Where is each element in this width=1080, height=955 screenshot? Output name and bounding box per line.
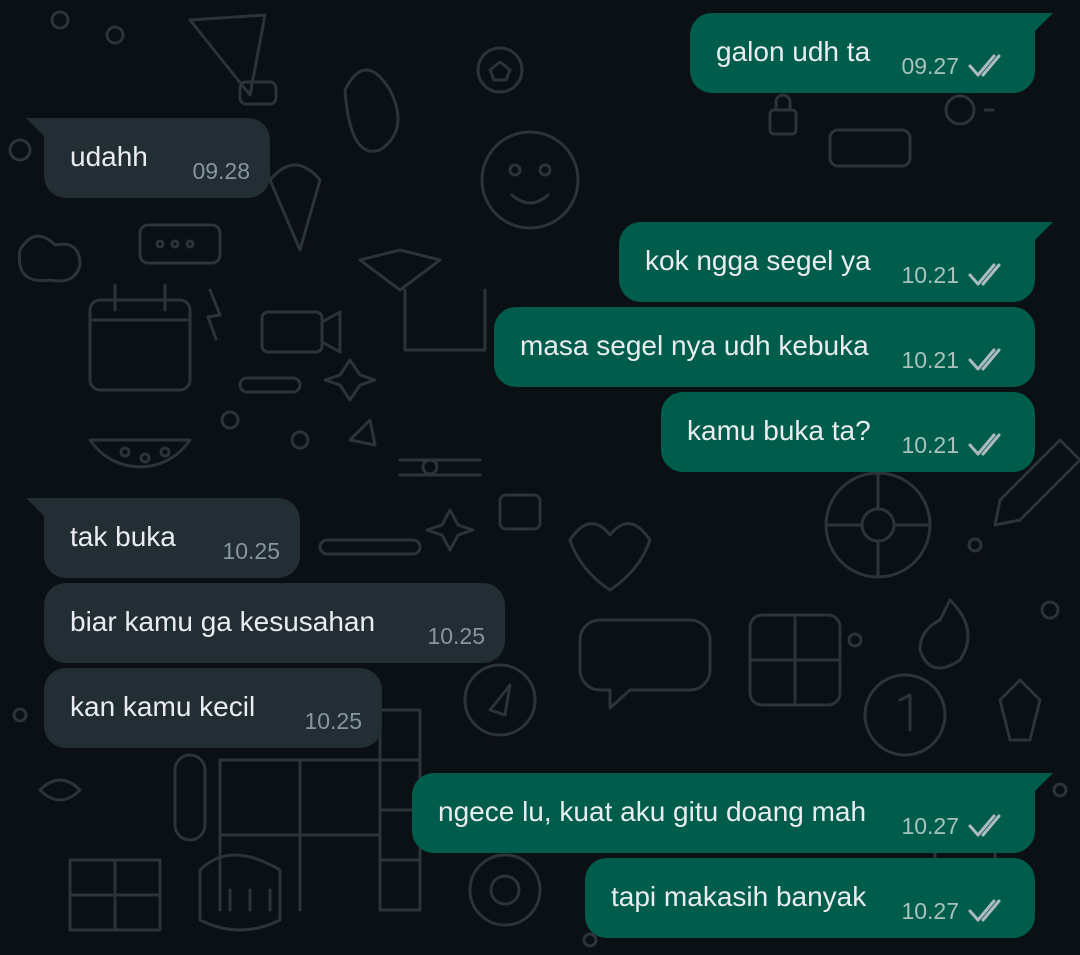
incoming-message-bubble[interactable]: tak buka 10.25 <box>26 498 300 578</box>
message-text: kan kamu kecil <box>70 691 256 722</box>
double-check-icon <box>968 263 1001 286</box>
bubble-tail <box>1035 13 1053 31</box>
message-time: 10.27 <box>901 813 959 839</box>
bubble-tail <box>1035 773 1053 791</box>
message-text: galon udh ta <box>716 36 871 67</box>
message-text: biar kamu ga kesusahan <box>70 606 376 637</box>
outgoing-message-bubble[interactable]: galon udh ta 09.27 <box>690 13 1053 93</box>
message-text: ngece lu, kuat aku gitu doang mah <box>438 796 867 827</box>
message-text: tapi makasih banyak <box>611 881 867 912</box>
message-time: 09.27 <box>901 53 959 79</box>
bubble-tail <box>26 118 44 136</box>
outgoing-message-bubble[interactable]: tapi makasih banyak 10.27 <box>585 858 1035 938</box>
message-time: 10.25 <box>304 708 362 734</box>
message-time: 09.28 <box>192 158 250 184</box>
outgoing-message-bubble[interactable]: ngece lu, kuat aku gitu doang mah 10.27 <box>412 773 1053 853</box>
message-list: galon udh ta 09.27 udahh 09.28 kok ngga … <box>0 0 1080 955</box>
double-check-icon <box>968 899 1001 922</box>
message-text: udahh <box>70 141 148 172</box>
outgoing-message-bubble[interactable]: masa segel nya udh kebuka 10.21 <box>494 307 1035 387</box>
message-time: 10.25 <box>222 538 280 564</box>
message-time: 10.21 <box>901 262 959 288</box>
double-check-icon <box>968 54 1001 77</box>
message-text: kamu buka ta? <box>687 415 871 446</box>
message-time: 10.25 <box>427 623 485 649</box>
double-check-icon <box>968 814 1001 837</box>
bubble-tail <box>26 498 44 516</box>
message-time: 10.21 <box>901 347 959 373</box>
incoming-message-bubble[interactable]: biar kamu ga kesusahan 10.25 <box>44 583 505 663</box>
double-check-icon <box>968 433 1001 456</box>
message-text: kok ngga segel ya <box>645 245 871 276</box>
incoming-message-bubble[interactable]: udahh 09.28 <box>26 118 270 198</box>
outgoing-message-bubble[interactable]: kok ngga segel ya 10.21 <box>619 222 1053 302</box>
outgoing-message-bubble[interactable]: kamu buka ta? 10.21 <box>661 392 1035 472</box>
message-text: masa segel nya udh kebuka <box>520 330 869 361</box>
message-time: 10.21 <box>901 432 959 458</box>
double-check-icon <box>968 348 1001 371</box>
message-text: tak buka <box>70 521 176 552</box>
message-time: 10.27 <box>901 898 959 924</box>
bubble-tail <box>1035 222 1053 240</box>
incoming-message-bubble[interactable]: kan kamu kecil 10.25 <box>44 668 382 748</box>
